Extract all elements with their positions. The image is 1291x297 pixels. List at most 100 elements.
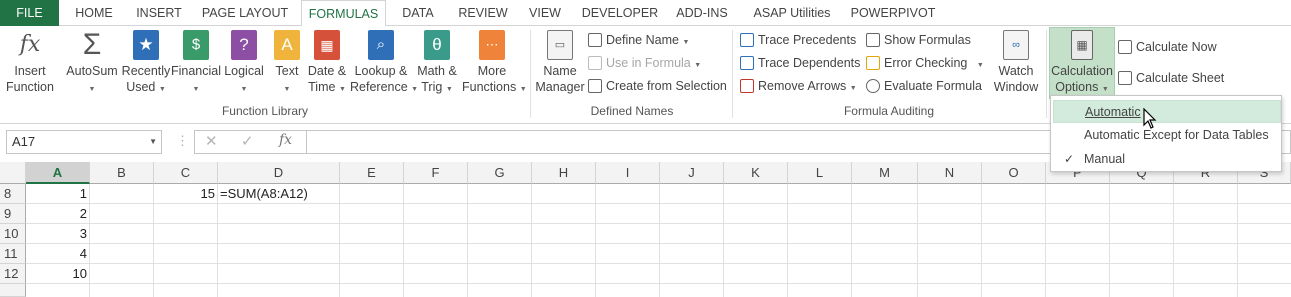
cell-a10[interactable]: 3 — [26, 224, 90, 244]
evaluate-formula-button[interactable]: Evaluate Formula — [866, 75, 982, 97]
logical-button[interactable]: ? Logical ▼ — [220, 28, 268, 98]
ribbon-tab-bar: FILE HOME INSERT PAGE LAYOUT FORMULAS DA… — [0, 0, 1291, 27]
row-header-13[interactable] — [0, 284, 26, 297]
autosum-label: AutoSum ▼ — [66, 64, 118, 93]
trace-precedents-icon — [740, 33, 754, 47]
remove-arrows-button[interactable]: Remove Arrows ▼ — [740, 75, 857, 97]
column-header-b[interactable]: B — [90, 162, 154, 184]
tab-view[interactable]: VIEW — [522, 0, 568, 26]
select-all-corner[interactable] — [0, 162, 26, 184]
tab-add-ins[interactable]: ADD-INS — [671, 0, 733, 26]
column-header-n[interactable]: N — [918, 162, 982, 184]
name-manager-button[interactable]: ▭ Name Manager — [534, 28, 586, 95]
column-header-h[interactable]: H — [532, 162, 596, 184]
column-header-a[interactable]: A — [26, 162, 90, 184]
autosum-button[interactable]: Σ AutoSum ▼ — [64, 28, 120, 98]
calculate-now-button[interactable]: Calculate Now — [1118, 36, 1217, 58]
cell-a11[interactable]: 4 — [26, 244, 90, 264]
menu-item-automatic-except-data-tables[interactable]: Automatic Except for Data Tables — [1053, 124, 1281, 147]
tab-formulas[interactable]: FORMULAS — [301, 0, 386, 27]
mouse-pointer-icon — [1143, 108, 1157, 129]
more-functions-button[interactable]: ⋯ More Functions ▼ — [462, 28, 527, 98]
column-header-c[interactable]: C — [154, 162, 218, 184]
warning-icon — [866, 56, 880, 70]
watch-window-button[interactable]: ∞ Watch Window — [988, 28, 1044, 95]
column-header-g[interactable]: G — [468, 162, 532, 184]
create-from-selection-button[interactable]: Create from Selection — [588, 75, 727, 97]
financial-button[interactable]: $ Financial ▼ — [170, 28, 222, 98]
tab-home[interactable]: HOME — [66, 0, 122, 26]
menu-item-manual[interactable]: ✓ Manual — [1053, 148, 1281, 171]
use-in-formula-button[interactable]: Use in Formula ▼ — [588, 52, 701, 74]
row-header-10[interactable]: 10 — [0, 224, 26, 244]
trace-dependents-icon — [740, 56, 754, 70]
cell-c8[interactable]: 15 — [154, 184, 218, 204]
column-header-e[interactable]: E — [340, 162, 404, 184]
function-library-group-label: Function Library — [221, 104, 309, 118]
cell-a12[interactable]: 10 — [26, 264, 90, 284]
tab-developer[interactable]: DEVELOPER — [577, 0, 663, 26]
star-book-icon: ★ — [133, 30, 159, 60]
row-header-8[interactable]: 8 — [0, 184, 26, 204]
tab-powerpivot[interactable]: POWERPIVOT — [850, 0, 936, 26]
tab-insert[interactable]: INSERT — [130, 0, 188, 26]
column-header-o[interactable]: O — [982, 162, 1046, 184]
calculate-sheet-button[interactable]: Calculate Sheet — [1118, 67, 1224, 89]
insert-function-button[interactable]: fx Insert Function — [2, 28, 58, 95]
row-header-12[interactable]: 12 — [0, 264, 26, 284]
date-time-label: Date & Time ▼ — [307, 64, 347, 94]
formula-auditing-group-label: Formula Auditing — [843, 104, 935, 118]
sigma-icon: Σ — [82, 28, 102, 61]
vertical-dots-icon: ⋮ — [176, 133, 189, 148]
cell-a9[interactable]: 2 — [26, 204, 90, 224]
column-header-k[interactable]: K — [724, 162, 788, 184]
lookup-reference-button[interactable]: ⌕ Lookup & Reference ▼ — [350, 28, 418, 98]
show-formulas-icon — [866, 33, 880, 47]
row-header-11[interactable]: 11 — [0, 244, 26, 264]
show-formulas-button[interactable]: Show Formulas — [866, 29, 971, 51]
column-header-m[interactable]: M — [852, 162, 918, 184]
column-header-j[interactable]: J — [660, 162, 724, 184]
cell-d8[interactable]: =SUM(A8:A12) — [218, 184, 340, 204]
name-tags-icon: ▭ — [547, 30, 573, 60]
grid-selection-icon — [588, 79, 602, 93]
calculator-icon: ▦ — [1071, 30, 1093, 60]
question-book-icon: ? — [231, 30, 257, 60]
tag-icon — [588, 33, 602, 47]
error-checking-button[interactable]: Error Checking ▼ — [866, 52, 984, 74]
tab-asap-utilities[interactable]: ASAP Utilities — [742, 0, 842, 26]
column-header-f[interactable]: F — [404, 162, 468, 184]
math-trig-label: Math & Trig ▼ — [417, 64, 457, 94]
recently-used-button[interactable]: ★ Recently Used ▼ — [120, 28, 172, 98]
tab-review[interactable]: REVIEW — [452, 0, 514, 26]
define-name-button[interactable]: Define Name ▼ — [588, 29, 689, 51]
remove-arrows-icon — [740, 79, 754, 93]
column-header-l[interactable]: L — [788, 162, 852, 184]
chevron-down-icon[interactable]: ▼ — [149, 131, 157, 153]
column-header-d[interactable]: D — [218, 162, 340, 184]
tab-file[interactable]: FILE — [0, 0, 59, 26]
worksheet-grid[interactable]: A B C D E F G H I J K L M N O P Q R S 8 … — [0, 162, 1291, 297]
column-header-i[interactable]: I — [596, 162, 660, 184]
enter-icon[interactable]: ✓ — [241, 132, 254, 150]
financial-label: Financial ▼ — [170, 64, 222, 93]
checkmark-icon: ✓ — [1064, 152, 1075, 166]
insert-function-icon[interactable]: fx — [279, 132, 292, 148]
calculation-options-button[interactable]: ▦ Calculation Options ▼ — [1049, 27, 1115, 99]
evaluate-fx-icon — [866, 79, 880, 93]
watch-window-label: Watch Window — [993, 64, 1039, 94]
date-time-button[interactable]: ▦ Date & Time ▼ — [304, 28, 350, 98]
cancel-icon[interactable]: ✕ — [205, 132, 218, 150]
text-button[interactable]: A Text ▼ — [268, 28, 306, 98]
more-functions-book-icon: ⋯ — [479, 30, 505, 60]
trace-precedents-button[interactable]: Trace Precedents — [740, 29, 856, 51]
math-trig-button[interactable]: θ Math & Trig ▼ — [412, 28, 462, 98]
trace-dependents-button[interactable]: Trace Dependents — [740, 52, 860, 74]
group-divider — [530, 30, 531, 118]
menu-item-automatic[interactable]: Automatic — [1053, 100, 1281, 123]
tab-data[interactable]: DATA — [393, 0, 443, 26]
cell-a8[interactable]: 1 — [26, 184, 90, 204]
row-header-9[interactable]: 9 — [0, 204, 26, 224]
name-box[interactable]: A17 ▼ — [6, 130, 162, 154]
tab-page-layout[interactable]: PAGE LAYOUT — [196, 0, 294, 26]
